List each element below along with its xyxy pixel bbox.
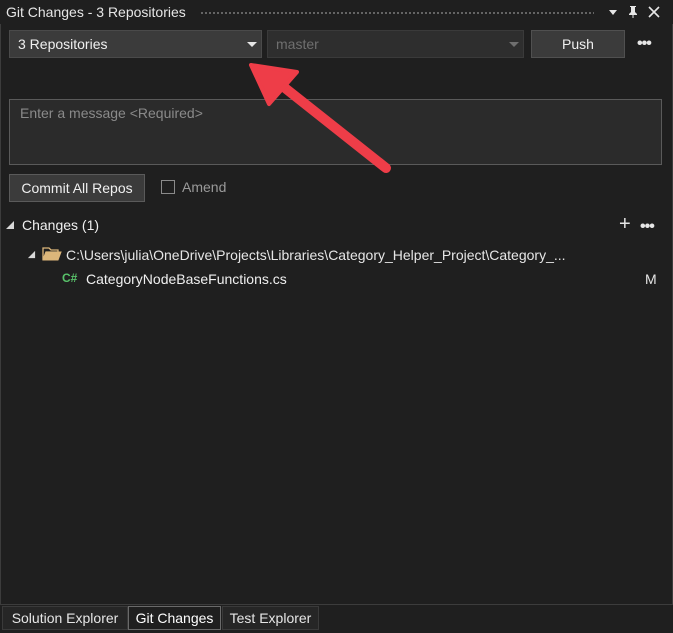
amend-label: Amend [182,179,227,195]
close-icon[interactable] [645,2,663,22]
tab-solution-explorer[interactable]: Solution Explorer [2,606,128,630]
file-name[interactable]: CategoryNodeBaseFunctions.cs [86,271,287,287]
changes-more-icon[interactable]: ••• [640,218,655,236]
repository-selector[interactable]: 3 Repositories [9,30,262,58]
window-options-icon[interactable] [604,2,622,22]
triangle-down-icon[interactable] [5,220,15,230]
pin-icon[interactable] [624,2,642,22]
window-title: Git Changes - 3 Repositories [6,4,186,20]
changes-header[interactable]: Changes (1) [22,217,99,233]
stage-all-icon[interactable]: + [619,213,631,236]
repository-selector-label: 3 Repositories [18,36,108,52]
commit-message-input[interactable] [10,100,661,164]
branch-selector[interactable]: master [267,30,524,58]
more-actions-icon[interactable]: ••• [637,35,652,53]
commit-message-box [9,99,662,165]
drag-grip[interactable] [200,11,594,16]
folder-open-icon [42,247,62,261]
triangle-down-icon[interactable] [27,250,36,259]
repository-folder-path[interactable]: C:\Users\julia\OneDrive\Projects\Librari… [66,247,566,263]
divider [0,604,673,605]
title-bar: Git Changes - 3 Repositories [0,0,673,24]
tab-test-explorer[interactable]: Test Explorer [222,606,319,630]
amend-checkbox[interactable] [161,180,175,194]
file-status-badge: M [645,271,657,287]
chevron-down-icon [509,42,519,47]
tab-git-changes[interactable]: Git Changes [128,606,221,630]
window-frame [0,0,673,633]
push-button[interactable]: Push [531,30,625,58]
chevron-down-icon [247,42,257,47]
branch-selector-label: master [276,36,319,52]
csharp-file-icon: C# [62,271,78,285]
commit-all-repos-button[interactable]: Commit All Repos [9,174,145,202]
